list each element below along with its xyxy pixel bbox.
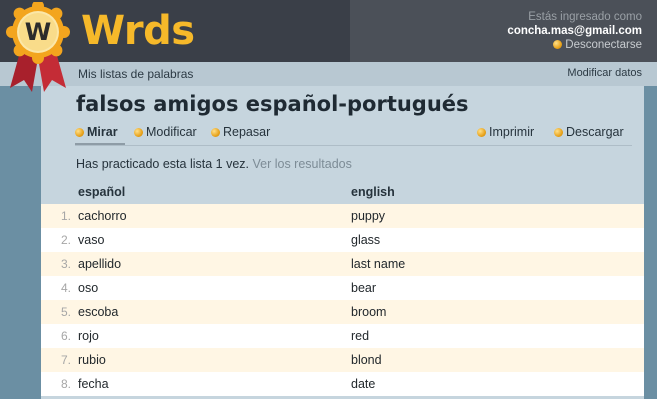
row-number: 3. (60, 257, 71, 271)
tab-modificar[interactable]: Modificar (134, 125, 197, 139)
brand-name[interactable]: Wrds (81, 8, 195, 54)
list-item: 1. cachorro puppy (41, 204, 644, 228)
spanish-word: fecha (78, 377, 109, 391)
sub-navigation: Mis listas de palabras Modificar datos (0, 62, 657, 86)
row-number: 4. (60, 281, 71, 295)
bullet-dot-icon (75, 128, 84, 137)
row-number: 2. (60, 233, 71, 247)
english-word: broom (351, 305, 387, 319)
seal-logo-icon[interactable]: W (4, 2, 72, 94)
bullet-dot-icon (554, 128, 563, 137)
row-number: 8. (60, 377, 71, 391)
tab-label: Mirar (87, 125, 118, 139)
edit-profile-link[interactable]: Modificar datos (567, 67, 642, 79)
english-word: red (351, 329, 370, 343)
tab-repasar[interactable]: Repasar (211, 125, 270, 139)
view-results-link[interactable]: Ver los resultados (252, 157, 351, 171)
login-status: Estás ingresado como (528, 11, 642, 23)
bullet-dot-icon (134, 128, 143, 137)
list-item: 4. oso bear (41, 276, 644, 300)
practice-text: Has practicado esta lista 1 vez. (76, 157, 249, 171)
english-word: date (351, 377, 376, 391)
my-lists-link[interactable]: Mis listas de palabras (78, 67, 193, 81)
logo-letter: W (25, 18, 51, 46)
spanish-word: cachorro (78, 209, 127, 223)
tab-mirar[interactable]: Mirar (75, 125, 125, 145)
account-info: Estás ingresado como concha.mas@gmail.co… (507, 10, 642, 52)
row-number: 1. (60, 209, 71, 223)
spanish-word: rubio (78, 353, 106, 367)
tab-label: Repasar (223, 125, 271, 139)
english-word: last name (351, 257, 406, 271)
column-header-english: english (351, 185, 395, 199)
print-button[interactable]: Imprimir (477, 125, 534, 139)
user-email: concha.mas@gmail.com (507, 25, 642, 37)
bullet-dot-icon (211, 128, 220, 137)
list-panel: falsos amigos español-portugués Mirar Mo… (41, 86, 644, 399)
logout-link[interactable]: Desconectarse (507, 38, 642, 52)
spanish-word: oso (78, 281, 99, 295)
bullet-dot-icon (477, 128, 486, 137)
spanish-word: escoba (78, 305, 119, 319)
list-item: 7. rubio blond (41, 348, 644, 372)
list-item: 3. apellido last name (41, 252, 644, 276)
column-header-spanish: español (78, 185, 126, 199)
english-word: blond (351, 353, 382, 367)
list-item: 6. rojo red (41, 324, 644, 348)
list-item: 8. fecha date (41, 372, 644, 396)
spanish-word: rojo (78, 329, 99, 343)
print-label: Imprimir (489, 125, 535, 139)
download-label: Descargar (566, 125, 624, 139)
logout-label: Desconectarse (565, 39, 642, 51)
tabs-divider (75, 145, 632, 146)
english-word: puppy (351, 209, 386, 223)
row-number: 7. (60, 353, 71, 367)
row-number: 5. (60, 305, 71, 319)
list-item: 5. escoba broom (41, 300, 644, 324)
practice-summary: Has practicado esta lista 1 vez. Ver los… (76, 157, 352, 171)
list-item: 2. vaso glass (41, 228, 644, 252)
spanish-word: apellido (78, 257, 122, 271)
english-word: bear (351, 281, 377, 295)
tab-label: Modificar (146, 125, 197, 139)
download-button[interactable]: Descargar (554, 125, 624, 139)
bullet-dot-icon (553, 40, 563, 49)
page-title: falsos amigos español-portugués (76, 92, 469, 116)
english-word: glass (351, 233, 381, 247)
word-list: 1. cachorro puppy 2. vaso glass 3. apellido la… (41, 204, 644, 396)
row-number: 6. (60, 329, 71, 343)
spanish-word: vaso (78, 233, 105, 247)
